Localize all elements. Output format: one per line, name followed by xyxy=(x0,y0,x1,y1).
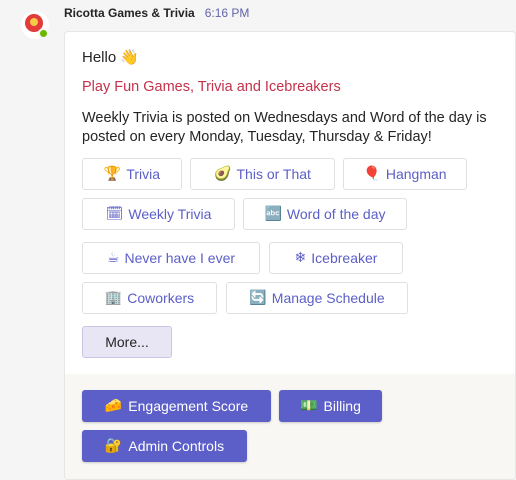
hangman-button[interactable]: 🎈 Hangman xyxy=(343,158,467,190)
sender-name[interactable]: Ricotta Games & Trivia xyxy=(64,6,195,20)
greeting: Hello 👋 xyxy=(82,48,139,66)
trivia-button-label: Trivia xyxy=(126,166,161,182)
available-status-icon xyxy=(38,28,49,39)
this-or-that-button-label: This or That xyxy=(236,166,311,182)
engagement-score-button-label: Engagement Score xyxy=(128,398,249,414)
never-have-i-ever-button-label: Never have I ever xyxy=(124,250,236,266)
cheese-icon: 🧀 xyxy=(104,398,123,414)
billing-button-label: Billing xyxy=(323,398,361,414)
card-body: Hello 👋 Play Fun Games, Trivia and Icebr… xyxy=(65,32,515,374)
admin-controls-button-label: Admin Controls xyxy=(128,438,225,454)
weekly-trivia-button[interactable]: 🗓 Weekly Trivia xyxy=(82,198,235,230)
card-description: Weekly Trivia is posted on Wednesdays an… xyxy=(82,110,487,145)
balloon-icon: 🎈 xyxy=(363,166,381,182)
manage-schedule-button-label: Manage Schedule xyxy=(271,290,385,306)
abcd-icon: 🔤 xyxy=(264,206,282,222)
engagement-score-button[interactable]: 🧀 Engagement Score xyxy=(82,390,271,422)
icebreaker-button[interactable]: ❄ Icebreaker xyxy=(269,242,403,274)
manage-schedule-button[interactable]: 🔄 Manage Schedule xyxy=(226,282,408,314)
card-headline: Play Fun Games, Trivia and Icebreakers xyxy=(82,79,341,95)
this-or-that-button[interactable]: 🥑 This or That xyxy=(190,158,335,190)
office-building-icon: 🏢 xyxy=(104,290,123,306)
calendar-icon: 🗓 xyxy=(105,206,124,222)
adaptive-card: Hello 👋 Play Fun Games, Trivia and Icebr… xyxy=(64,31,516,480)
coworkers-button-label: Coworkers xyxy=(127,290,195,306)
avocado-icon: 🥑 xyxy=(214,166,232,182)
card-footer: 🧀 Engagement Score 💵 Billing 🔐 Admin Con… xyxy=(65,374,515,479)
word-of-the-day-button[interactable]: 🔤 Word of the day xyxy=(243,198,407,230)
trivia-button[interactable]: 🏆 Trivia xyxy=(82,158,182,190)
lock-key-icon: 🔐 xyxy=(104,438,123,454)
refresh-icon: 🔄 xyxy=(249,290,267,306)
trophy-icon: 🏆 xyxy=(103,166,122,182)
waving-hand-icon: 👋 xyxy=(120,48,140,66)
never-have-i-ever-button[interactable]: ☕ Never have I ever xyxy=(82,242,260,274)
icebreaker-button-label: Icebreaker xyxy=(311,250,378,266)
hangman-button-label: Hangman xyxy=(385,166,447,182)
coworkers-button[interactable]: 🏢 Coworkers xyxy=(82,282,217,314)
message-header: Ricotta Games & Trivia 6:16 PM xyxy=(64,6,249,22)
snowflake-icon: ❄ xyxy=(294,250,307,266)
word-of-the-day-button-label: Word of the day xyxy=(286,206,386,222)
message-timestamp: 6:16 PM xyxy=(204,6,250,20)
money-icon: 💵 xyxy=(300,398,318,414)
coffee-icon: ☕ xyxy=(106,250,120,266)
weekly-trivia-button-label: Weekly Trivia xyxy=(128,206,212,222)
bot-avatar[interactable] xyxy=(21,11,49,39)
greeting-text: Hello xyxy=(82,49,117,66)
billing-button[interactable]: 💵 Billing xyxy=(279,390,382,422)
more-button[interactable]: More... xyxy=(82,326,172,358)
admin-controls-button[interactable]: 🔐 Admin Controls xyxy=(82,430,247,462)
